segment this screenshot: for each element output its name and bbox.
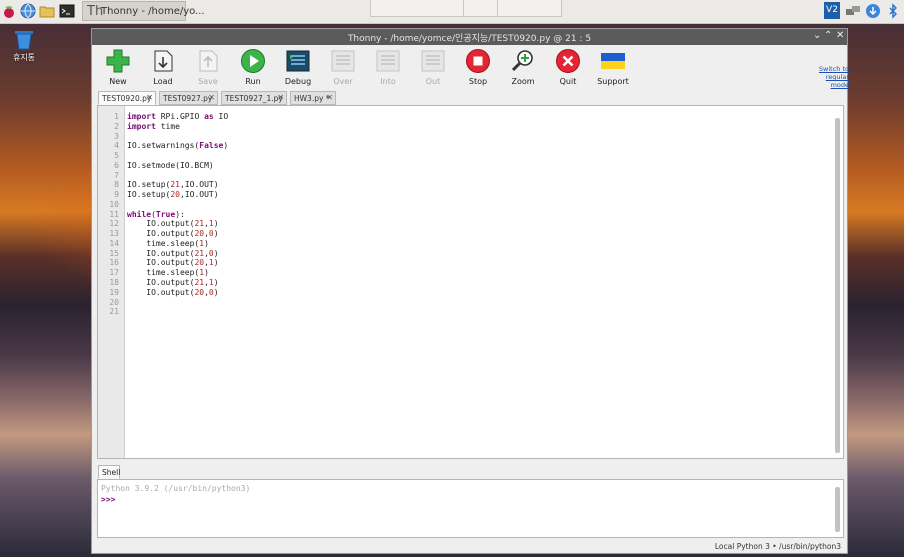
debug-icon — [286, 50, 310, 72]
tab-label: TEST0920.py — [102, 94, 152, 103]
close-tab-icon[interactable]: ✕ — [326, 93, 333, 102]
save-label: Save — [198, 77, 218, 86]
run-label: Run — [245, 77, 261, 86]
stop-button[interactable]: Stop — [458, 48, 498, 90]
save-icon — [199, 50, 218, 72]
tab-test0920[interactable]: TEST0920.py ✕ — [98, 91, 156, 105]
close-tab-icon[interactable]: ✕ — [146, 93, 153, 102]
window-titlebar[interactable]: Thonny - /home/yomce/인공지능/TEST0920.py @ … — [92, 29, 847, 45]
shell-version-line: Python 3.9.2 (/usr/bin/python3) — [101, 484, 251, 493]
over-label: Over — [333, 77, 353, 86]
new-label: New — [109, 77, 127, 86]
stop-label: Stop — [468, 77, 488, 86]
collapse-icon[interactable]: ⌄ — [813, 30, 821, 41]
shell-prompt[interactable]: >>> — [101, 495, 115, 504]
taskbar-app-title: Thonny - /home/yo... — [101, 6, 205, 17]
vnc-tray-icon[interactable]: V2 — [824, 2, 840, 19]
support-label: Support — [597, 77, 629, 86]
tab-test0927[interactable]: TEST0927.py ✕ — [159, 91, 218, 105]
tab-hw3[interactable]: HW3.py * ✕ — [290, 91, 336, 105]
taskbar: Th Thonny - /home/yo... V2 — [0, 0, 904, 24]
raspberry-menu-icon[interactable] — [1, 3, 17, 19]
shell-panel[interactable]: Python 3.9.2 (/usr/bin/python3) >>> — [97, 479, 844, 538]
code-text[interactable]: import RPi.GPIO as IO import time IO.set… — [127, 112, 228, 307]
new-button[interactable]: New — [98, 48, 138, 90]
tab-label: TEST0927_1.py — [225, 94, 283, 103]
step-into-button[interactable]: Into — [368, 48, 408, 90]
tab-test0927-1[interactable]: TEST0927_1.py ✕ — [221, 91, 287, 105]
zoom-button[interactable]: Zoom — [503, 48, 543, 90]
close-tab-icon[interactable]: ✕ — [208, 93, 215, 102]
tab-label: TEST0927.py — [163, 94, 213, 103]
step-out-icon — [421, 50, 445, 72]
tab-label: HW3.py * — [294, 94, 330, 103]
trash-label: 휴지통 — [12, 53, 36, 62]
ukraine-flag-icon — [601, 53, 625, 69]
maximize-icon[interactable]: ⌃ — [824, 30, 832, 41]
run-icon — [241, 49, 265, 73]
close-icon[interactable]: ✕ — [836, 30, 844, 41]
step-over-icon — [331, 50, 355, 72]
new-file-icon — [106, 49, 130, 73]
save-button[interactable]: Save — [188, 48, 228, 90]
quit-icon — [556, 49, 580, 73]
debug-button[interactable]: Debug — [278, 48, 318, 90]
out-label: Out — [425, 77, 441, 86]
zoom-icon — [511, 50, 533, 72]
load-file-icon — [154, 50, 173, 72]
line-numbers: 1 2 3 4 5 6 7 8 9 10 11 12 13 14 15 16 1… — [109, 112, 119, 317]
interpreter-status[interactable]: Local Python 3 • /usr/bin/python3 — [715, 542, 841, 551]
step-over-button[interactable]: Over — [323, 48, 363, 90]
code-editor[interactable]: 1 2 3 4 5 6 7 8 9 10 11 12 13 14 15 16 1… — [97, 105, 844, 459]
terminal-icon[interactable] — [59, 3, 75, 19]
taskbar-thonny-window-button[interactable]: Th Thonny - /home/yo... — [82, 1, 205, 21]
zoom-label: Zoom — [511, 77, 535, 86]
network-icon[interactable] — [845, 3, 861, 19]
taskbar-frame — [370, 0, 562, 17]
run-button[interactable]: Run — [233, 48, 273, 90]
vnc-badge-text: V2 — [826, 5, 838, 15]
shell-scrollbar[interactable] — [835, 487, 840, 532]
update-download-icon[interactable] — [865, 3, 881, 19]
shell-tab[interactable]: Shell — [98, 465, 120, 479]
support-button[interactable]: Support — [593, 48, 633, 90]
trash-icon[interactable] — [12, 28, 36, 50]
quit-label: Quit — [559, 77, 577, 86]
step-out-button[interactable]: Out — [413, 48, 453, 90]
editor-scrollbar[interactable] — [835, 108, 841, 454]
load-label: Load — [153, 77, 173, 86]
step-into-icon — [376, 50, 400, 72]
into-label: Into — [380, 77, 396, 86]
debug-label: Debug — [284, 77, 312, 86]
thonny-window: Thonny - /home/yomce/인공지능/TEST0920.py @ … — [91, 28, 849, 554]
toolbar: New Load Save Run Debug Over Into Out St… — [92, 45, 849, 91]
file-manager-folder-icon[interactable] — [39, 3, 55, 19]
switch-to-regular-mode-link[interactable]: Switch to regular mode — [809, 65, 849, 89]
bluetooth-icon[interactable] — [885, 3, 901, 19]
quit-button[interactable]: Quit — [548, 48, 588, 90]
load-button[interactable]: Load — [143, 48, 183, 90]
browser-globe-icon[interactable] — [20, 3, 36, 19]
editor-scroll-thumb[interactable] — [835, 118, 840, 453]
close-tab-icon[interactable]: ✕ — [277, 93, 284, 102]
stop-icon — [466, 49, 490, 73]
window-title: Thonny - /home/yomce/인공지능/TEST0920.py @ … — [347, 34, 592, 44]
